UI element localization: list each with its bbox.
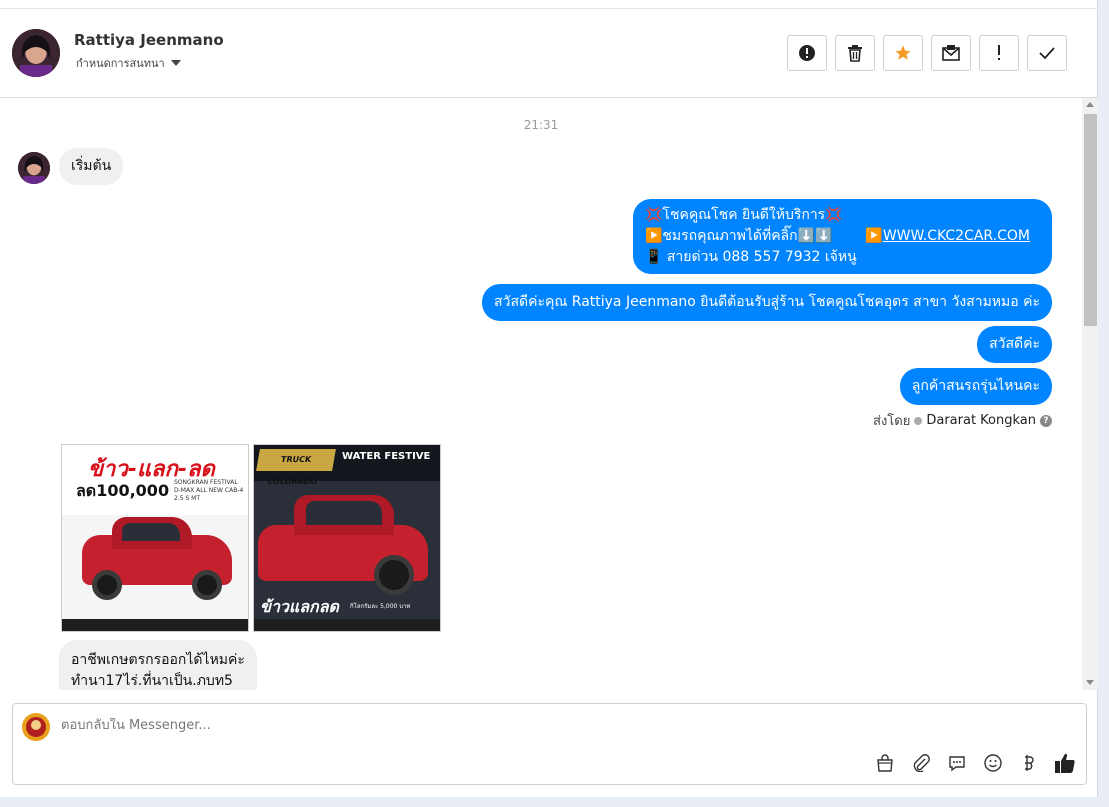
website-link[interactable]: WWW.CKC2CAR.COM <box>883 228 1030 244</box>
like-button[interactable] <box>1054 752 1076 774</box>
greeting-line-2: ▶️ชมรถคุณภาพได้ที่คลิ๊ก⬇️⬇️ ▶️WWW.CKC2CA… <box>645 226 1040 247</box>
outgoing-message-hello: สวัสดีค่ะ <box>977 326 1052 363</box>
incoming-last-line-2: ทำนา17ไร่.ที่นาเป็น.ภบท5 <box>71 673 233 689</box>
conversation-header: Rattiya Jeenmano กำหนดการสนทนา <box>0 9 1098 98</box>
mark-spam-button[interactable] <box>787 35 827 71</box>
messages-scrollbar-thumb[interactable] <box>1084 114 1097 326</box>
scroll-down-icon[interactable] <box>1086 680 1094 685</box>
shop-icon <box>877 754 893 772</box>
image-2-bigtext: ข้าวแลกลด <box>260 597 339 616</box>
message-timestamp: 21:31 <box>523 118 559 132</box>
emoji-icon <box>984 754 1002 772</box>
image-2-title: WATER FESTIVE <box>342 451 431 462</box>
greeting-line-1: 💢โชคคูณโชค ยินดีให้บริการ💢 <box>645 207 843 223</box>
star-icon <box>895 45 911 60</box>
important-icon <box>998 45 1000 60</box>
baht-icon <box>1025 755 1034 771</box>
shop-button[interactable] <box>874 752 896 774</box>
image-2-badge: TRUCK COLORADO <box>256 449 336 486</box>
image-1-footer <box>62 619 248 631</box>
attach-icon <box>913 754 930 772</box>
play-icon: ▶️ <box>865 228 883 244</box>
delete-button[interactable] <box>835 35 875 71</box>
reply-composer <box>12 703 1087 785</box>
outgoing-message-greeting: 💢โชคคูณโชค ยินดีให้บริการ💢 ▶️ชมรถคุณภาพไ… <box>633 199 1052 274</box>
outgoing-message-welcome: สวัสดีค่ะคุณ Rattiya Jeenmano ยินดีต้อนร… <box>482 284 1052 321</box>
scroll-up-icon[interactable] <box>1086 102 1094 107</box>
outgoing-message-question: ลูกค้าสนรถรุ่นไหนคะ <box>899 368 1052 405</box>
mark-unread-icon <box>942 45 960 61</box>
chevron-down-icon <box>170 60 181 66</box>
contact-name[interactable]: Rattiya Jeenmano <box>74 31 224 49</box>
incoming-message-last: อาชีพเกษตรกรออกได้ไหมค่ะ ทำนา17ไร่.ที่นา… <box>59 640 257 690</box>
conversation-status-label: กำหนดการสนทนา <box>76 57 165 70</box>
emoji-button[interactable] <box>982 752 1004 774</box>
page-avatar <box>22 713 50 741</box>
star-button[interactable] <box>883 35 923 71</box>
incoming-message: เริ่มต้น <box>59 148 124 185</box>
sent-by-label: ส่งโดย <box>873 414 911 429</box>
image-2-footer <box>254 619 440 631</box>
image-2-price: กิโลกรัมละ 5,000 บาท <box>350 603 411 610</box>
done-check-icon <box>1039 47 1055 60</box>
contact-avatar[interactable] <box>12 29 60 77</box>
payment-button[interactable] <box>1018 752 1040 774</box>
attachment-image-2[interactable]: TRUCK COLORADO WATER FESTIVE ข้าวแลกลด ก… <box>253 444 441 632</box>
reply-input[interactable] <box>61 718 861 733</box>
saved-reply-button[interactable] <box>946 752 968 774</box>
incoming-last-line-1: อาชีพเกษตรกรออกได้ไหมค่ะ <box>71 652 245 668</box>
saved-reply-icon <box>949 756 965 772</box>
mark-unread-button[interactable] <box>931 35 971 71</box>
verified-icon <box>914 416 923 425</box>
important-button[interactable] <box>979 35 1019 71</box>
mark-done-button[interactable] <box>1027 35 1067 71</box>
header-actions <box>787 35 1067 71</box>
attachment-image-1[interactable]: ข้าว-แลก-ลด ลด100,000 SONGKRAN FESTIVAL … <box>61 444 249 632</box>
greeting-line-2-text: ▶️ชมรถคุณภาพได้ที่คลิ๊ก⬇️⬇️ <box>645 228 833 244</box>
mark-spam-icon <box>799 45 815 61</box>
message-thread: 21:31 เริ่มต้น 💢โชคคูณโชค ยินดีให้บริการ… <box>0 98 1082 690</box>
trash-icon <box>848 45 862 62</box>
attach-button[interactable] <box>910 752 932 774</box>
greeting-line-3: 📱 สายด่วน 088 557 7932 เจ้หนู <box>645 249 857 265</box>
sent-by-agent: Dararat Kongkan <box>926 413 1036 428</box>
image-1-subtitle: SONGKRAN FESTIVAL D-MAX ALL NEW CAB-4 2.… <box>174 479 244 502</box>
like-icon <box>1055 753 1075 773</box>
sent-by-info: ส่งโดย Dararat Kongkan ? <box>873 410 1052 431</box>
conversation-status-dropdown[interactable]: กำหนดการสนทนา <box>76 54 181 72</box>
image-1-discount: ลด100,000 <box>76 481 170 500</box>
composer-tools <box>874 752 1076 774</box>
help-icon[interactable]: ? <box>1040 414 1052 427</box>
contact-avatar-small <box>18 152 50 184</box>
